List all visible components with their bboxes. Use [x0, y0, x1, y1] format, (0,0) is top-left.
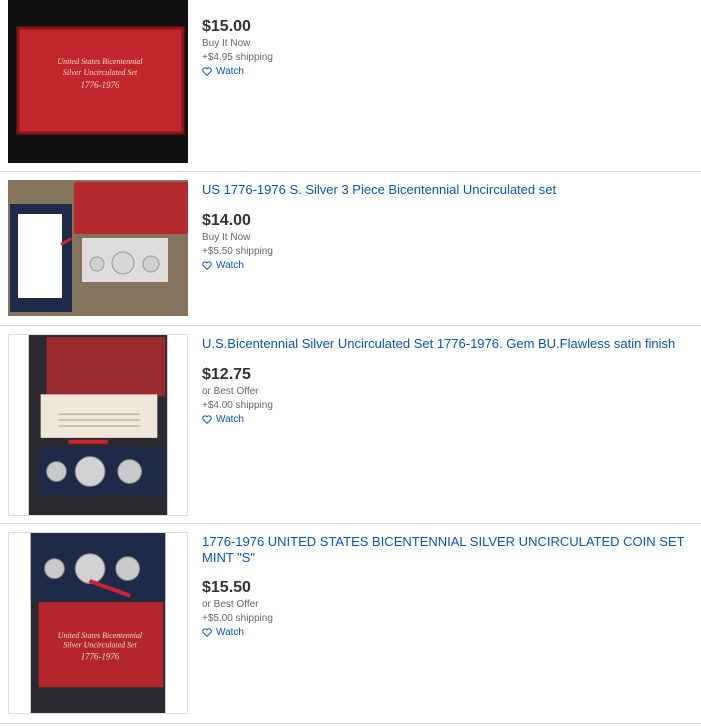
svg-text:1776-1976: 1776-1976: [81, 80, 120, 90]
watch-label: Watch: [216, 66, 244, 77]
svg-text:1776-1976: 1776-1976: [81, 652, 120, 662]
listing-thumbnail[interactable]: United States Bicentennial Silver Uncirc…: [8, 0, 188, 163]
purchase-format: or Best Offer: [202, 599, 259, 610]
heart-outline-icon: [202, 628, 212, 637]
price: $15.00: [202, 18, 251, 35]
heart-outline-icon: [202, 67, 212, 76]
watch-button[interactable]: Watch: [202, 626, 701, 639]
listing-item: US 1776-1976 S. Silver 3 Piece Bicentenn…: [0, 172, 701, 326]
price: $15.50: [202, 579, 251, 596]
svg-text:Silver Uncirculated Set: Silver Uncirculated Set: [63, 641, 137, 650]
heart-outline-icon: [202, 415, 212, 424]
svg-text:United States Bicentennial: United States Bicentennial: [57, 57, 143, 66]
heart-outline-icon: [202, 261, 212, 270]
listing-thumbnail[interactable]: [8, 334, 188, 516]
product-photo: [28, 335, 168, 515]
purchase-format: Buy It Now: [202, 232, 251, 243]
listing-item: United States Bicentennial Silver Uncirc…: [0, 524, 701, 724]
watch-button[interactable]: Watch: [202, 413, 701, 426]
price: $12.75: [202, 366, 251, 383]
shipping-cost: +$4.00 shipping: [202, 400, 273, 411]
product-photo: United States Bicentennial Silver Uncirc…: [30, 533, 166, 713]
svg-text:United States Bicentennial: United States Bicentennial: [58, 631, 143, 640]
purchase-format: or Best Offer: [202, 386, 259, 397]
listing-thumbnail[interactable]: United States Bicentennial Silver Uncirc…: [8, 532, 188, 714]
svg-text:Silver Uncirculated Set: Silver Uncirculated Set: [63, 68, 138, 77]
watch-label: Watch: [216, 260, 244, 271]
listing-title-link[interactable]: 1776-1976 UNITED STATES BICENTENNIAL SIL…: [202, 534, 701, 566]
product-photo: [8, 180, 188, 316]
listing-item: United States Bicentennial Silver Uncirc…: [0, 0, 701, 172]
purchase-format: Buy It Now: [202, 38, 251, 49]
listing-title-link[interactable]: US 1776-1976 S. Silver 3 Piece Bicentenn…: [202, 182, 701, 198]
shipping-cost: +$5.00 shipping: [202, 613, 273, 624]
shipping-cost: +$4.95 shipping: [202, 52, 273, 63]
listing-thumbnail[interactable]: [8, 180, 188, 316]
watch-label: Watch: [216, 414, 244, 425]
watch-button[interactable]: Watch: [202, 65, 701, 78]
listing-item: U.S.Bicentennial Silver Uncirculated Set…: [0, 326, 701, 524]
price: $14.00: [202, 212, 251, 229]
shipping-cost: +$5.50 shipping: [202, 246, 273, 257]
listing-title-link[interactable]: U.S.Bicentennial Silver Uncirculated Set…: [202, 336, 701, 352]
watch-button[interactable]: Watch: [202, 259, 701, 272]
product-photo: United States Bicentennial Silver Uncirc…: [8, 0, 188, 163]
watch-label: Watch: [216, 627, 244, 638]
